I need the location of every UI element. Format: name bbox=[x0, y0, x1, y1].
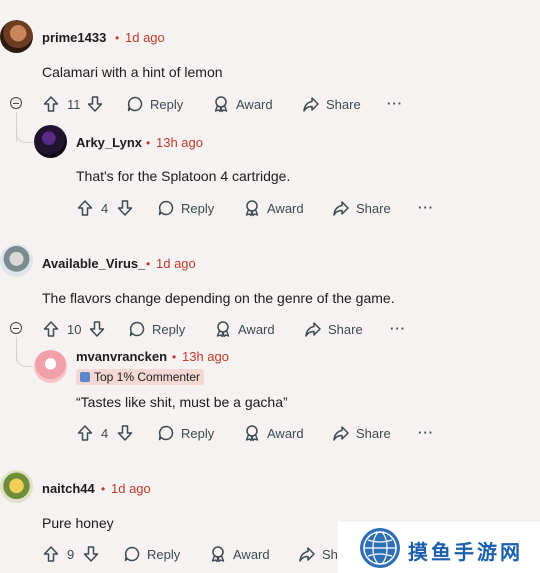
award-button[interactable]: Award bbox=[212, 95, 273, 113]
award-icon bbox=[209, 545, 227, 563]
timestamp[interactable]: 1d ago bbox=[125, 30, 165, 45]
reply-button[interactable]: Reply bbox=[157, 424, 214, 442]
upvote-icon[interactable] bbox=[76, 424, 94, 442]
timestamp[interactable]: 13h ago bbox=[182, 349, 229, 364]
award-button[interactable]: Award bbox=[209, 545, 270, 563]
downvote-icon[interactable] bbox=[116, 424, 134, 442]
downvote-icon[interactable] bbox=[88, 320, 106, 338]
reply-label: Reply bbox=[181, 425, 215, 441]
award-button[interactable]: Award bbox=[214, 320, 275, 338]
share-label: Share bbox=[326, 96, 361, 112]
comment-text: “Tastes like shit, must be a gacha” bbox=[76, 394, 288, 410]
upvote-icon[interactable] bbox=[42, 545, 60, 563]
award-label: Award bbox=[267, 425, 304, 441]
share-button[interactable]: Share bbox=[304, 320, 363, 338]
watermark-text: 摸鱼手游网 bbox=[408, 540, 523, 564]
award-icon bbox=[243, 424, 261, 442]
watermark-logo-icon bbox=[360, 528, 400, 568]
watermark: 摸鱼手游网 bbox=[338, 522, 540, 573]
comment-text: The flavors change depending on the genr… bbox=[42, 290, 395, 306]
comment-text: That's for the Splatoon 4 cartridge. bbox=[76, 168, 291, 184]
award-label: Award bbox=[233, 546, 270, 562]
upvote-icon[interactable] bbox=[42, 95, 60, 113]
separator: • bbox=[146, 136, 151, 150]
collapse-thread-button[interactable] bbox=[10, 322, 22, 334]
separator: • bbox=[146, 257, 151, 271]
award-icon bbox=[214, 320, 232, 338]
timestamp[interactable]: 1d ago bbox=[111, 481, 151, 496]
more-options-button[interactable]: ··· bbox=[387, 96, 403, 111]
avatar[interactable] bbox=[0, 244, 33, 277]
avatar[interactable] bbox=[0, 20, 33, 53]
flair-badge: Top 1% Commenter bbox=[76, 369, 205, 385]
downvote-icon[interactable] bbox=[86, 95, 104, 113]
collapse-thread-button[interactable] bbox=[10, 97, 22, 109]
username[interactable]: naitch44 bbox=[42, 481, 95, 496]
timestamp[interactable]: 1d ago bbox=[156, 256, 196, 271]
username[interactable]: Available_Virus_ bbox=[42, 256, 145, 271]
username[interactable]: prime1433 bbox=[42, 30, 106, 45]
award-label: Award bbox=[236, 96, 273, 112]
reply-button[interactable]: Reply bbox=[157, 199, 214, 217]
reply-button[interactable]: Reply bbox=[126, 95, 183, 113]
separator: • bbox=[115, 31, 120, 45]
more-options-button[interactable]: ··· bbox=[418, 200, 434, 215]
reply-icon bbox=[126, 95, 144, 113]
reply-icon bbox=[123, 545, 141, 563]
separator: • bbox=[101, 482, 106, 496]
share-button[interactable]: Share bbox=[302, 95, 361, 113]
downvote-icon[interactable] bbox=[82, 545, 100, 563]
username[interactable]: mvanvrancken bbox=[76, 349, 167, 364]
downvote-icon[interactable] bbox=[116, 199, 134, 217]
reply-button[interactable]: Reply bbox=[128, 320, 185, 338]
reply-label: Reply bbox=[181, 200, 215, 216]
vote-count: 4 bbox=[101, 201, 109, 216]
award-label: Award bbox=[267, 200, 304, 216]
avatar[interactable] bbox=[34, 125, 67, 158]
reply-label: Reply bbox=[147, 546, 181, 562]
award-button[interactable]: Award bbox=[243, 424, 304, 442]
share-icon bbox=[332, 424, 350, 442]
more-options-button[interactable]: ··· bbox=[418, 425, 434, 440]
comment-text: Calamari with a hint of lemon bbox=[42, 64, 223, 80]
flair-label: Top 1% Commenter bbox=[94, 370, 201, 384]
reply-button[interactable]: Reply bbox=[123, 545, 180, 563]
vote-count: 9 bbox=[67, 547, 75, 562]
more-options-button[interactable]: ··· bbox=[390, 321, 406, 336]
timestamp[interactable]: 13h ago bbox=[156, 135, 203, 150]
share-icon bbox=[298, 545, 316, 563]
avatar[interactable] bbox=[34, 350, 67, 383]
comment-text: Pure honey bbox=[42, 515, 114, 531]
reply-icon bbox=[128, 320, 146, 338]
reply-icon bbox=[157, 424, 175, 442]
thread-connector bbox=[16, 350, 33, 367]
thread-connector bbox=[16, 126, 33, 143]
share-button[interactable]: Share bbox=[332, 199, 391, 217]
vote-count: 4 bbox=[101, 426, 109, 441]
avatar[interactable] bbox=[0, 470, 33, 503]
separator: • bbox=[172, 350, 177, 364]
upvote-icon[interactable] bbox=[42, 320, 60, 338]
share-icon bbox=[302, 95, 320, 113]
reply-icon bbox=[157, 199, 175, 217]
reply-label: Reply bbox=[150, 96, 184, 112]
username[interactable]: Arky_Lynx bbox=[76, 135, 142, 150]
award-icon bbox=[212, 95, 230, 113]
flair-icon bbox=[80, 372, 90, 382]
vote-count: 11 bbox=[67, 97, 81, 112]
share-icon bbox=[304, 320, 322, 338]
vote-count: 10 bbox=[67, 322, 82, 337]
share-label: Share bbox=[328, 321, 363, 337]
share-button[interactable]: Share bbox=[332, 424, 391, 442]
upvote-icon[interactable] bbox=[76, 199, 94, 217]
reply-label: Reply bbox=[152, 321, 186, 337]
globe-icon bbox=[363, 531, 397, 565]
award-button[interactable]: Award bbox=[243, 199, 304, 217]
award-label: Award bbox=[238, 321, 275, 337]
share-icon bbox=[332, 199, 350, 217]
award-icon bbox=[243, 199, 261, 217]
share-label: Share bbox=[356, 425, 391, 441]
share-label: Share bbox=[356, 200, 391, 216]
